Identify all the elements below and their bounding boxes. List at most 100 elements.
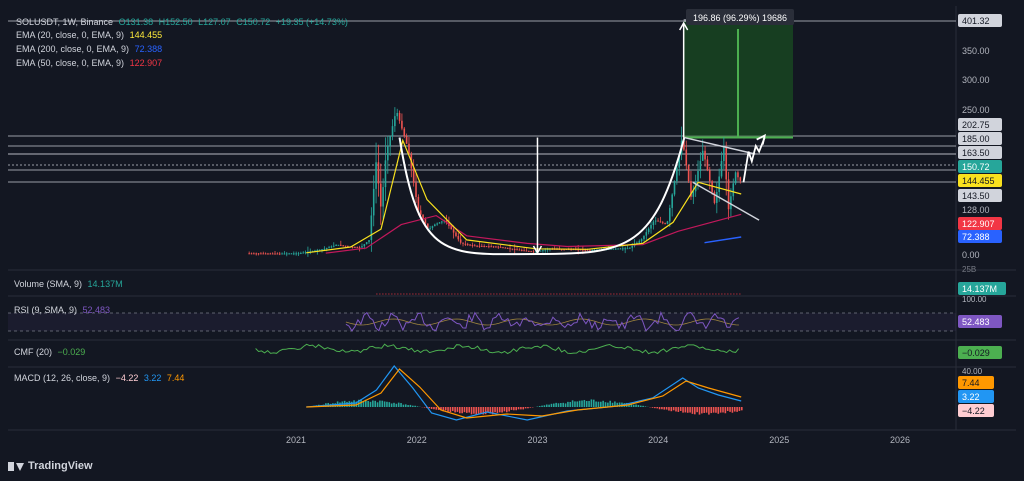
- candle-body: [462, 242, 464, 244]
- candle-body: [499, 246, 502, 248]
- candle-body: [650, 225, 652, 229]
- candle-body: [295, 253, 297, 255]
- candle-body: [488, 246, 490, 248]
- macd-hist-bar: [433, 407, 435, 410]
- candle-body: [368, 240, 370, 243]
- macd-hist-bar: [506, 407, 508, 413]
- candle-body: [300, 252, 302, 254]
- macd-hist-bar: [694, 407, 696, 415]
- macd-hist-bar: [494, 407, 496, 413]
- macd-hist-bar: [722, 407, 724, 413]
- candle-body: [481, 245, 483, 247]
- ema200-value: 72.388: [134, 44, 163, 54]
- candle-body: [718, 176, 720, 192]
- macd-hist-bar: [574, 401, 576, 407]
- candle-body: [542, 250, 544, 252]
- macd-hist-bar: [581, 400, 583, 407]
- candle-body: [661, 222, 664, 224]
- macd-hist-bar: [412, 405, 414, 407]
- macd-hist-bar: [741, 407, 743, 411]
- candle-body: [528, 250, 530, 252]
- volume-legend[interactable]: Volume (SMA, 9) 14.137M: [14, 279, 126, 289]
- candle-body: [638, 241, 641, 243]
- candle-body: [452, 229, 455, 233]
- candle-body: [478, 245, 481, 247]
- macd-hist-bar: [600, 401, 602, 407]
- candle-body: [492, 246, 495, 248]
- candle-body: [276, 253, 279, 255]
- macd-hist-bar: [654, 407, 656, 409]
- macd-hist-bar: [604, 402, 607, 407]
- macd-hist-bar: [679, 407, 682, 411]
- candle-body: [323, 248, 326, 250]
- main-legend: SOLUSDT, 1W, Binance O131.38 H152.50 L12…: [16, 17, 351, 27]
- candle-body: [304, 252, 307, 254]
- low-value: L127.07: [198, 17, 231, 27]
- macd-hist-bar: [477, 407, 480, 414]
- candle-body: [401, 120, 403, 129]
- tradingview-label: TradingView: [28, 460, 93, 472]
- candle-body: [297, 253, 300, 255]
- price-axis-label: 185.00: [962, 134, 990, 144]
- ema200-legend[interactable]: EMA (200, close, 0, EMA, 9) 72.388: [16, 44, 165, 54]
- macd-hist-bar: [390, 403, 393, 407]
- time-axis-label: 2021: [286, 435, 306, 445]
- candle-body: [337, 244, 340, 246]
- macd-hist-bar: [672, 407, 675, 411]
- macd-hist-bar: [703, 407, 706, 413]
- candle-body: [274, 253, 276, 255]
- time-axis-label: 2023: [527, 435, 547, 445]
- symbol-label: SOLUSDT, 1W, Binance: [16, 17, 114, 27]
- cmf-legend[interactable]: CMF (20) −0.029: [14, 347, 88, 357]
- price-axis-label: 143.50: [962, 191, 990, 201]
- candle-body: [513, 248, 516, 250]
- macd-hist-bar: [717, 407, 720, 414]
- ema200-label: EMA (200, close, 0, EMA, 9): [16, 44, 130, 54]
- candle-body: [539, 250, 542, 252]
- candle-body: [396, 112, 399, 117]
- candle-body: [532, 251, 535, 253]
- macd-hist-bar: [595, 401, 597, 407]
- price-axis-label: 122.907: [962, 219, 995, 229]
- macd-hist-bar: [522, 407, 525, 410]
- cmf-value: −0.029: [57, 347, 86, 357]
- macd-hist-bar: [560, 402, 562, 407]
- macd-hist-bar: [388, 402, 391, 407]
- candle-body: [471, 244, 474, 246]
- macd-legend[interactable]: MACD (12, 26, close, 9) −4.22 3.22 7.44: [14, 373, 187, 383]
- macd-hist-bar: [404, 404, 407, 407]
- macd-hist-bar: [517, 407, 520, 410]
- candle-body: [643, 235, 645, 240]
- rsi-legend[interactable]: RSI (9, SMA, 9) 52.483: [14, 305, 113, 315]
- change-value: +19.35 (+14.73%): [275, 17, 348, 27]
- macd-hist-bar: [498, 407, 501, 413]
- macd-label: MACD (12, 26, close, 9): [14, 373, 111, 383]
- macd-hist-bar: [513, 407, 515, 411]
- candle-body: [495, 246, 497, 248]
- candle-body: [518, 249, 521, 251]
- ema20-legend[interactable]: EMA (20, close, 0, EMA, 9) 144.455: [16, 30, 165, 40]
- price-chart[interactable]: 196.86 (96.29%) 19686 401.32 350.00 300.00 2…: [0, 0, 1024, 481]
- macd-signal-value: 7.44: [962, 378, 980, 388]
- macd-hist-bar: [449, 407, 452, 413]
- rsi-axis-value: 52.483: [962, 317, 990, 327]
- candle-body: [506, 247, 509, 249]
- macd-v3: 7.44: [166, 373, 185, 383]
- macd-hist-bar: [386, 401, 388, 407]
- macd-hist-bar: [705, 407, 708, 413]
- candle-body: [720, 161, 723, 177]
- candle-body: [257, 253, 260, 255]
- close-value: C150.72: [236, 17, 271, 27]
- macd-hist-bar: [635, 404, 637, 407]
- macd-hist-bar: [670, 407, 673, 412]
- candle-body: [490, 246, 493, 248]
- candle-body: [405, 136, 408, 144]
- macd-hist-bar: [423, 407, 426, 408]
- macd-hist-bar: [684, 407, 687, 413]
- candle-body: [701, 150, 704, 161]
- macd-hist-bar: [503, 407, 506, 412]
- macd-v1: −4.22: [115, 373, 139, 383]
- ema50-legend[interactable]: EMA (50, close, 0, EMA, 9) 122.907: [16, 58, 165, 68]
- macd-hist-bar: [571, 400, 574, 407]
- candle-body: [523, 250, 525, 252]
